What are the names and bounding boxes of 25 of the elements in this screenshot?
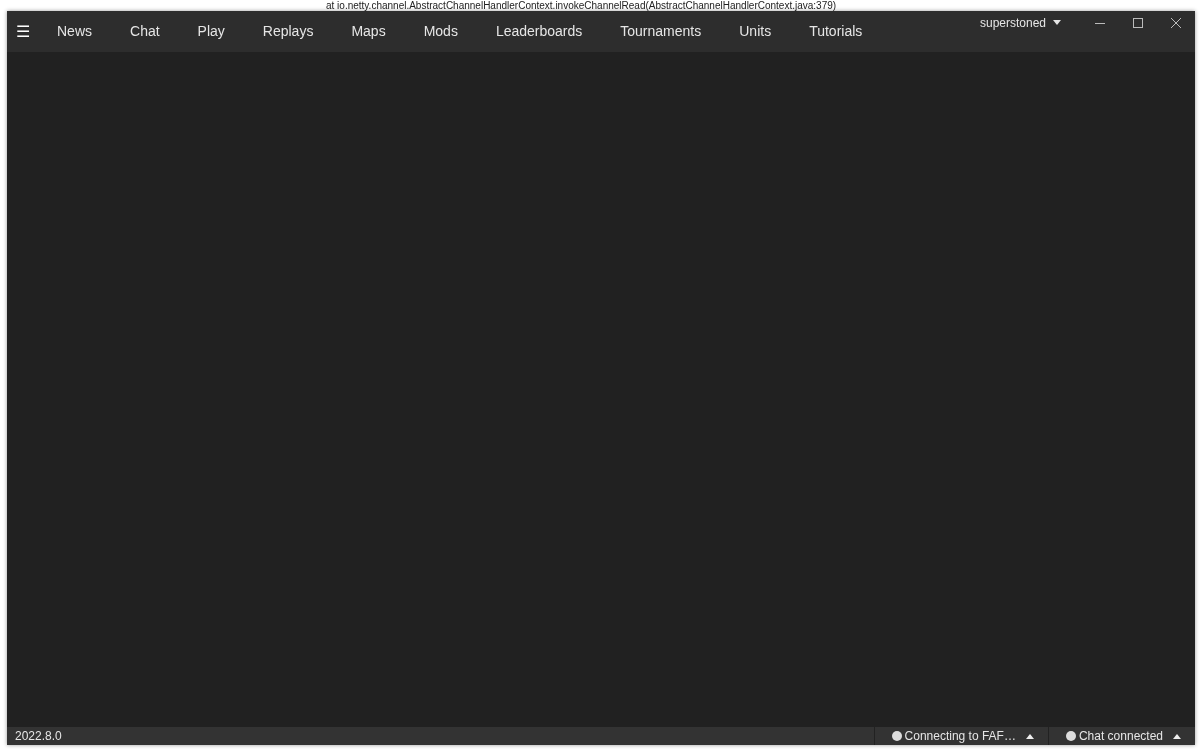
nav-tab[interactable]: Chat — [112, 11, 178, 52]
menu-button[interactable]: ☰ — [7, 22, 39, 41]
nav-tab[interactable]: Leaderboards — [477, 11, 601, 52]
maximize-icon[interactable] — [1133, 18, 1143, 28]
status-dot-icon — [1065, 731, 1076, 741]
status-indicator[interactable]: Connecting to FAF… — [873, 727, 1048, 745]
nav-tab[interactable]: Tournaments — [602, 11, 720, 52]
nav-tab[interactable]: News — [39, 11, 110, 52]
caret-up-icon — [1173, 733, 1181, 739]
status-label: Chat connected — [1078, 729, 1163, 743]
status-dot-icon — [891, 731, 902, 741]
user-menu[interactable]: superstoned — [979, 16, 1061, 30]
nav-tab[interactable]: Units — [721, 11, 790, 52]
nav-tab[interactable]: Replays — [244, 11, 332, 52]
close-icon[interactable] — [1171, 18, 1181, 28]
log-text: at io.netty.channel.AbstractChannelHandlerContext.invokeChannelRead(AbstractChannelHandlerContext.java:379) — [326, 0, 837, 11]
nav-tab[interactable]: Play — [179, 11, 243, 52]
nav-tab[interactable]: Mods — [405, 11, 476, 52]
status-label: Connecting to FAF… — [904, 729, 1016, 743]
nav-tab[interactable]: Tutorials — [791, 11, 881, 52]
caret-up-icon — [1025, 733, 1034, 739]
version-label: 2022.8.0 — [15, 729, 62, 743]
nav-tab[interactable]: Maps — [333, 11, 404, 52]
caret-icon — [1053, 20, 1061, 26]
status-indicator[interactable]: Chat connected — [1047, 727, 1195, 745]
